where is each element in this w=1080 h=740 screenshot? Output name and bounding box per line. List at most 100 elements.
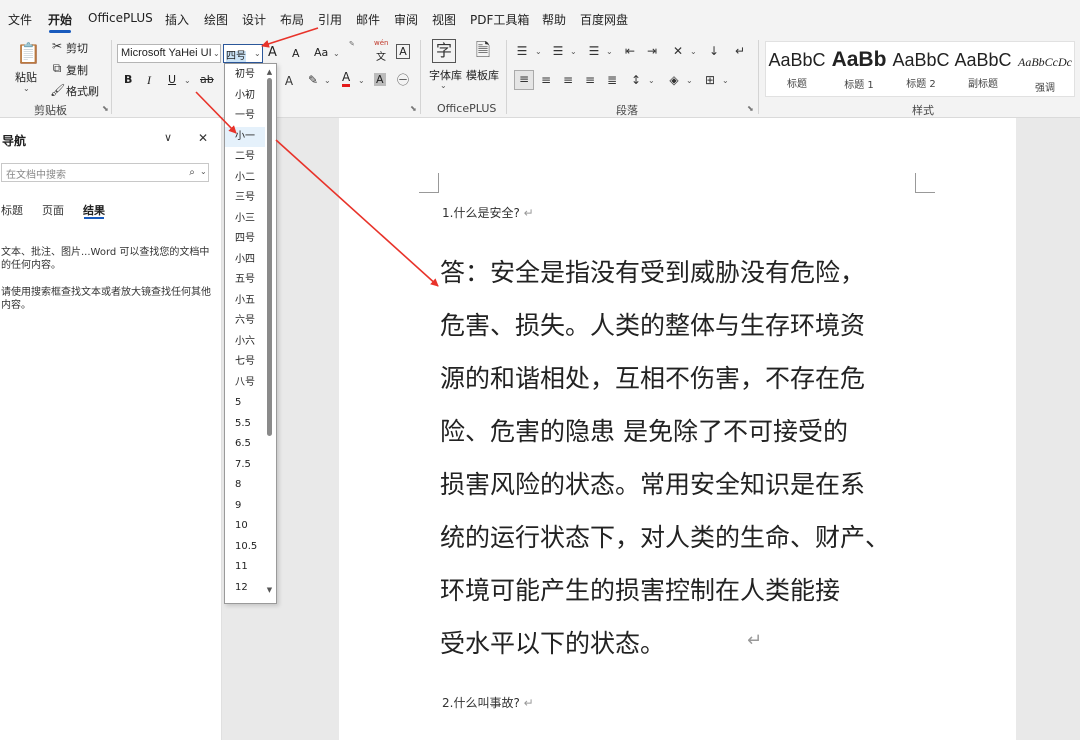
font-size-option[interactable]: 小二	[225, 168, 265, 189]
clipboard-launcher-icon[interactable]: ⬊	[102, 104, 109, 113]
align-right-icon[interactable]: ≡	[560, 72, 576, 88]
multilevel-dropdown-icon[interactable]: ⌄	[606, 47, 613, 56]
font-size-option[interactable]: 12	[225, 578, 265, 599]
cut-button[interactable]: 剪切	[66, 40, 88, 56]
font-size-option[interactable]: 七号	[225, 352, 265, 373]
template-library-button[interactable]: 模板库	[466, 67, 499, 83]
enclose-char-icon[interactable]: ㊀	[396, 72, 410, 88]
font-size-option[interactable]: 一号	[225, 106, 265, 127]
font-size-option[interactable]: 小五	[225, 291, 265, 312]
tab-draw[interactable]: 绘图	[204, 11, 228, 28]
dropdown-scrollbar[interactable]: ▲ ▼	[265, 68, 274, 598]
bullets-icon[interactable]: ☰	[514, 43, 530, 59]
font-size-option[interactable]: 五号	[225, 270, 265, 291]
shading-dropdown-icon[interactable]: ⌄	[686, 76, 693, 85]
nav-tab-pages[interactable]: 页面	[42, 202, 64, 218]
scroll-up-icon[interactable]: ▲	[265, 68, 274, 76]
chinese-layout-icon[interactable]: ✕	[670, 43, 686, 59]
tab-mailings[interactable]: 邮件	[356, 11, 380, 28]
bullets-dropdown-icon[interactable]: ⌄	[535, 47, 542, 56]
font-name-dropdown-icon[interactable]: ⌄	[213, 49, 220, 58]
style-subtitle[interactable]: AaBbC 副标题	[952, 42, 1014, 98]
font-size-option[interactable]: 八号	[225, 373, 265, 394]
justify-icon[interactable]: ≡	[582, 72, 598, 88]
strikethrough-button[interactable]: ab	[200, 73, 214, 86]
font-size-dropdown-list[interactable]: 初号 小初 一号 小一 二号 小二 三号 小三 四号 小四 五号 小五 六号 小六 七号 八号 5 5.5 6.5 7…	[224, 63, 277, 604]
font-size-option[interactable]: 三号	[225, 188, 265, 209]
tab-home[interactable]: 开始	[48, 11, 72, 28]
decrease-indent-icon[interactable]: ⇤	[622, 43, 638, 59]
grow-font-button[interactable]: A	[268, 45, 277, 60]
font-size-option[interactable]: 四号	[225, 229, 265, 250]
paragraph-launcher-icon[interactable]: ⬊	[747, 104, 754, 113]
char-shading-button[interactable]: A	[374, 73, 386, 86]
font-name-input[interactable]: Microsoft YaHei UI	[117, 44, 221, 63]
font-size-option[interactable]: 小三	[225, 209, 265, 230]
tab-pdf-toolbox[interactable]: PDF工具箱	[470, 11, 529, 28]
paste-dropdown-icon[interactable]: ⌄	[23, 84, 30, 93]
tab-help[interactable]: 帮助	[542, 11, 566, 28]
document-area[interactable]: 1.什么是安全? ↵ 答：安全是指没有受到威胁没有危险， 危害、损失。人类的整体…	[222, 118, 1080, 740]
bold-button[interactable]: B	[124, 73, 132, 86]
close-icon[interactable]: ✕	[196, 130, 210, 146]
char-border-button[interactable]: A	[396, 44, 410, 59]
tab-insert[interactable]: 插入	[165, 11, 189, 28]
paste-icon[interactable]: 📋	[16, 40, 41, 66]
nav-tab-results[interactable]: 结果	[83, 202, 105, 218]
underline-button[interactable]: U	[168, 73, 176, 86]
chinese-layout-dropdown-icon[interactable]: ⌄	[690, 47, 697, 56]
format-painter-button[interactable]: 格式刷	[66, 83, 99, 99]
shrink-font-button[interactable]: A	[292, 47, 300, 60]
show-marks-icon[interactable]: ↵	[732, 43, 748, 59]
nav-tab-headings[interactable]: 标题	[1, 202, 23, 218]
scroll-down-icon[interactable]: ▼	[265, 586, 274, 594]
style-emphasis[interactable]: AaBbCcDc 强调	[1014, 42, 1076, 98]
change-case-button[interactable]: Aa	[314, 46, 328, 59]
font-size-option[interactable]: 小六	[225, 332, 265, 353]
nav-search-input[interactable]: 在文档中搜索	[1, 163, 209, 182]
tab-design[interactable]: 设计	[242, 11, 266, 28]
font-size-option[interactable]: 5	[225, 393, 265, 414]
scrollbar-thumb[interactable]	[267, 78, 272, 436]
highlight-dropdown-icon[interactable]: ⌄	[324, 76, 331, 85]
align-center-icon[interactable]: ≡	[538, 72, 554, 88]
search-icon[interactable]: ⌕	[186, 165, 198, 181]
document-page[interactable]: 1.什么是安全? ↵ 答：安全是指没有受到威胁没有危险， 危害、损失。人类的整体…	[339, 118, 1016, 740]
borders-dropdown-icon[interactable]: ⌄	[722, 76, 729, 85]
font-size-option[interactable]: 5.5	[225, 414, 265, 435]
increase-indent-icon[interactable]: ⇥	[644, 43, 660, 59]
search-options-dropdown-icon[interactable]: ⌄	[200, 167, 207, 176]
highlighter-icon[interactable]: ✎	[306, 72, 320, 88]
tab-baidu-netdisk[interactable]: 百度网盘	[580, 11, 628, 28]
font-library-icon[interactable]: 字	[432, 39, 456, 63]
italic-button[interactable]: I	[147, 73, 151, 88]
change-case-dropdown-icon[interactable]: ⌄	[333, 49, 340, 58]
style-heading-2[interactable]: AaBbC 标题 2	[890, 42, 952, 98]
font-launcher-icon[interactable]: ⬊	[410, 104, 417, 113]
nav-options-chevron-icon[interactable]: ∨	[160, 130, 176, 146]
phonetic-guide-button[interactable]: 文	[376, 48, 386, 63]
numbering-dropdown-icon[interactable]: ⌄	[570, 47, 577, 56]
paste-button[interactable]: 粘贴	[15, 69, 37, 85]
font-color-dropdown-icon[interactable]: ⌄	[358, 76, 365, 85]
tab-file[interactable]: 文件	[8, 11, 32, 28]
font-size-option[interactable]: 小四	[225, 250, 265, 271]
font-size-option[interactable]: 6.5	[225, 434, 265, 455]
font-size-option[interactable]: 小初	[225, 86, 265, 107]
font-library-dropdown-icon[interactable]: ⌄	[440, 81, 447, 90]
clear-format-icon[interactable]: ✎	[349, 40, 355, 48]
style-heading-1[interactable]: AaBb 标题 1	[828, 42, 890, 98]
font-size-option[interactable]: 六号	[225, 311, 265, 332]
tab-layout[interactable]: 布局	[280, 11, 304, 28]
line-spacing-dropdown-icon[interactable]: ⌄	[648, 76, 655, 85]
font-size-option[interactable]: 10.5	[225, 537, 265, 558]
font-size-option[interactable]: 10	[225, 516, 265, 537]
sort-icon[interactable]: ↓	[706, 43, 722, 59]
font-size-option[interactable]: 7.5	[225, 455, 265, 476]
borders-icon[interactable]: ⊞	[702, 72, 718, 88]
style-title[interactable]: AaBbC 标题	[766, 42, 828, 98]
font-color-button[interactable]: A	[342, 71, 351, 87]
text-effects-icon[interactable]: A	[282, 73, 296, 89]
line-spacing-icon[interactable]: ↕	[628, 72, 644, 88]
multilevel-list-icon[interactable]: ☰	[586, 43, 602, 59]
